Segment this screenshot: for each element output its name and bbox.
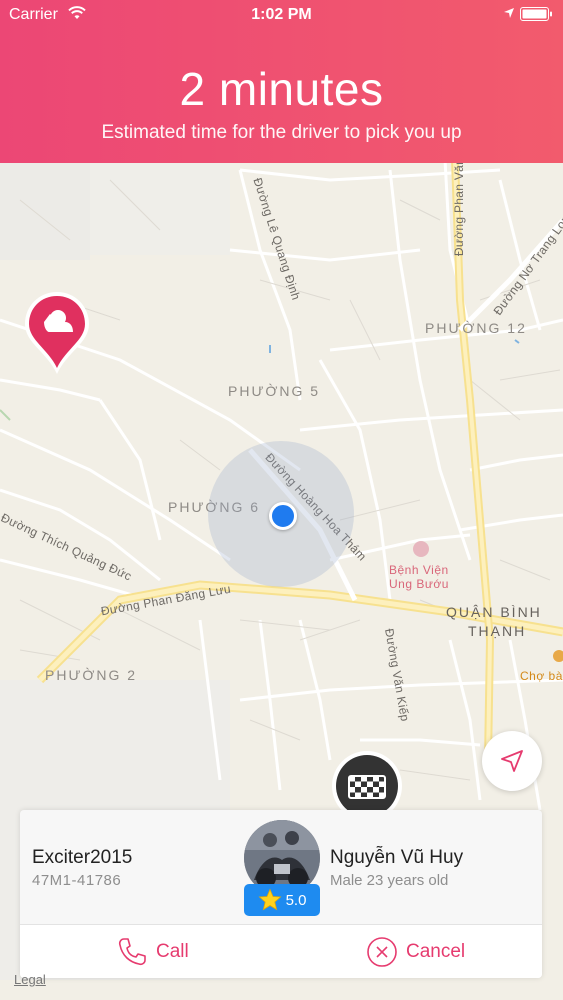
location-services-icon	[504, 8, 514, 18]
close-circle-icon	[367, 937, 397, 967]
district-label: PHƯỜNG 2	[45, 667, 138, 683]
status-bar: Carrier 1:02 PM	[0, 0, 563, 30]
card-actions: Call Cancel	[20, 924, 542, 978]
street-label: Đường Phan Văn	[452, 157, 467, 257]
pickup-pin-icon[interactable]	[22, 288, 92, 378]
star-icon	[258, 888, 282, 911]
cancel-label: Cancel	[406, 941, 466, 962]
market-label: Chợ bà	[520, 669, 563, 683]
driver-info: Male 23 years old	[330, 872, 449, 889]
vehicle-name: Exciter2015	[32, 847, 133, 868]
rating-value: 5.0	[285, 891, 307, 909]
eta-header: Carrier 1:02 PM 2 minutes Estimated time…	[0, 0, 563, 163]
call-label: Call	[156, 941, 189, 962]
hospital-label: Bệnh Viện	[389, 563, 449, 577]
driver-card: Exciter2015 47M1-41786 5.0 Nguyễn Vũ Huy…	[20, 810, 542, 978]
eta-caption: Estimated time for the driver to pick yo…	[101, 122, 462, 143]
market-icon	[553, 650, 563, 662]
hospital-icon	[413, 541, 429, 557]
hospital-label: Ung Bướu	[389, 577, 449, 591]
phone-icon	[118, 938, 146, 966]
current-location-dot	[269, 502, 297, 530]
cancel-button[interactable]: Cancel	[366, 925, 465, 978]
eta-value: 2 minutes	[179, 63, 384, 115]
call-button[interactable]: Call	[116, 925, 189, 978]
license-plate: 47M1-41786	[32, 872, 122, 889]
map-legal-link[interactable]: Legal	[14, 972, 46, 987]
district-label: THẠNH	[468, 623, 527, 639]
district-label: PHƯỜNG 5	[228, 383, 321, 399]
district-label: QUẬN BÌNH	[446, 604, 542, 620]
district-label: PHƯỜNG 12	[425, 320, 527, 336]
battery-icon	[520, 7, 552, 21]
driver-name: Nguyễn Vũ Huy	[330, 847, 464, 868]
recenter-button[interactable]	[482, 731, 542, 791]
clock-label: 1:02 PM	[251, 6, 312, 23]
navigation-arrow-icon	[501, 750, 523, 772]
rating-badge: 5.0	[244, 884, 320, 916]
